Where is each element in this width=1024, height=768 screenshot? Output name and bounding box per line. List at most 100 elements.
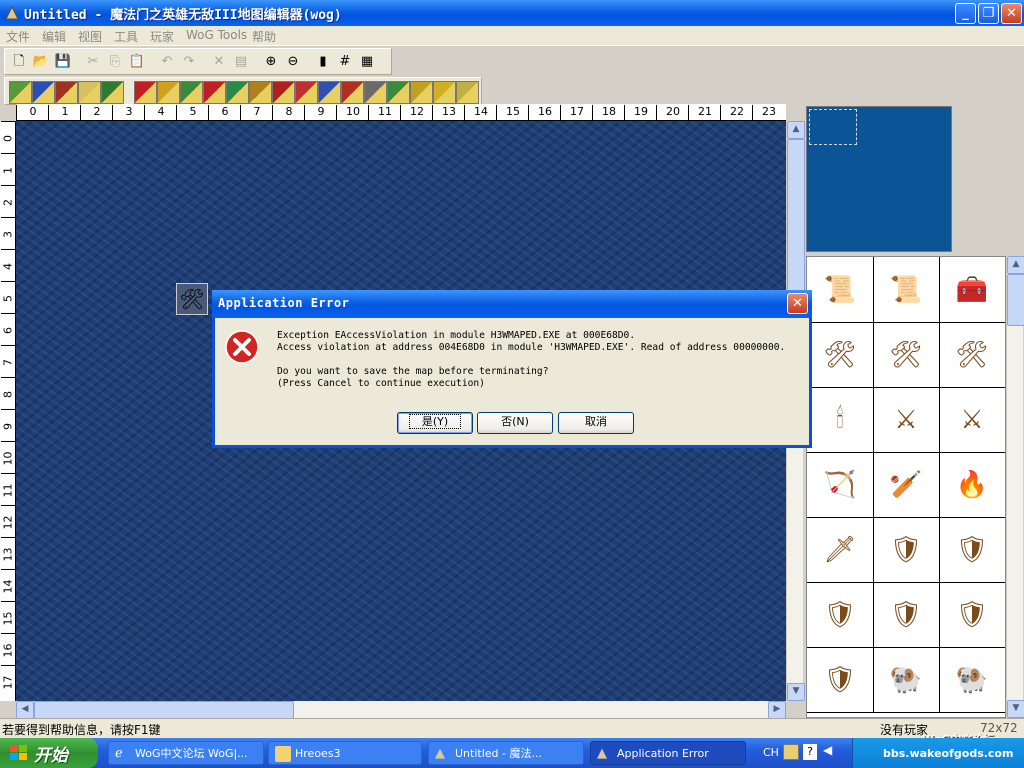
- redo-icon[interactable]: ↷: [179, 52, 199, 72]
- menu-players[interactable]: 玩家: [150, 28, 174, 45]
- goblin-icon[interactable]: [387, 81, 410, 104]
- monster-icon[interactable]: [134, 81, 157, 104]
- palette-object[interactable]: 🛡: [807, 582, 874, 648]
- menu-help[interactable]: 帮助: [252, 28, 276, 45]
- palette-object[interactable]: 🛡: [939, 517, 1005, 583]
- palette-object[interactable]: 🧰: [939, 257, 1005, 323]
- palette-object[interactable]: 🔥: [939, 452, 1005, 518]
- ime-icon[interactable]: [783, 744, 799, 760]
- cancel-button[interactable]: 取消: [558, 412, 634, 434]
- quest-icon[interactable]: [341, 81, 364, 104]
- palette-object[interactable]: 🛡: [807, 647, 874, 713]
- tower-icon[interactable]: [410, 81, 433, 104]
- dwelling-icon[interactable]: [272, 81, 295, 104]
- palette-object[interactable]: 📜: [807, 257, 874, 323]
- terrain-icon[interactable]: [9, 81, 32, 104]
- minimap-viewport[interactable]: [809, 109, 857, 145]
- start-button[interactable]: 开始: [0, 738, 98, 768]
- scroll-right-icon[interactable]: ▶: [768, 701, 786, 719]
- scroll-up-icon[interactable]: ▲: [787, 121, 805, 139]
- palette-scrollbar[interactable]: ▲ ▼: [1006, 256, 1024, 718]
- building-icon[interactable]: [295, 81, 318, 104]
- scroll-down-icon[interactable]: ▼: [1007, 700, 1024, 718]
- palette-object[interactable]: 📜: [873, 257, 940, 323]
- maximize-button[interactable]: ❐: [978, 3, 999, 24]
- objects-toolbar: [4, 77, 482, 105]
- minimize-button[interactable]: _: [955, 3, 976, 24]
- palette-scroll-thumb[interactable]: [1007, 274, 1024, 326]
- trophy-icon[interactable]: [433, 81, 456, 104]
- crown-icon[interactable]: [456, 81, 479, 104]
- palette-object[interactable]: 🏏: [873, 452, 940, 518]
- paste-icon[interactable]: 📋: [127, 52, 147, 72]
- task-application-error[interactable]: ▲ Application Error: [590, 741, 746, 765]
- scroll-thumb-h[interactable]: [34, 701, 294, 719]
- tree-icon[interactable]: [101, 81, 124, 104]
- task-map-editor[interactable]: ▲ Untitled - 魔法...: [428, 741, 584, 765]
- menu-wog-tools[interactable]: WoG Tools: [186, 28, 247, 42]
- passability-icon[interactable]: ▦: [357, 52, 377, 72]
- ruler-h-tick: 5: [176, 105, 209, 121]
- scroll-thumb[interactable]: [787, 139, 805, 301]
- object-palette[interactable]: 📜 📜 🧰 🛠 🛠 🛠 🕯 ⚔ ⚔ 🏹 🏏 🔥 🗡 🛡 🛡 🛡 🛡 🛡 🛡 🐏 🐏: [806, 256, 1006, 718]
- menu-edit[interactable]: 编辑: [42, 28, 66, 45]
- scroll-up-icon[interactable]: ▲: [1007, 256, 1024, 274]
- no-button[interactable]: 否(N): [477, 412, 553, 434]
- palette-object[interactable]: 🛠: [939, 322, 1005, 388]
- palette-object[interactable]: 🕯: [807, 387, 874, 453]
- tray-arrow-icon[interactable]: ◀: [823, 743, 839, 759]
- palette-object[interactable]: ⚔: [873, 387, 940, 453]
- palette-object[interactable]: 🗡: [807, 517, 874, 583]
- open-icon[interactable]: 📂: [31, 52, 51, 72]
- cancel-label: 取消: [585, 415, 607, 428]
- cut-icon[interactable]: ✂: [83, 52, 103, 72]
- task-hreoes3-folder[interactable]: Hreoes3: [268, 741, 422, 765]
- map-object-catapult[interactable]: 🛠: [176, 283, 208, 315]
- palette-object[interactable]: ⚔: [939, 387, 1005, 453]
- help-icon[interactable]: ?: [803, 744, 817, 760]
- mine-icon[interactable]: [249, 81, 272, 104]
- palette-object[interactable]: 🛡: [939, 582, 1005, 648]
- close-button[interactable]: ✕: [1001, 3, 1022, 24]
- menu-view[interactable]: 视图: [78, 28, 102, 45]
- palette-object[interactable]: 🛡: [873, 517, 940, 583]
- ruler-v-tick: 5: [1, 281, 15, 314]
- language-indicator[interactable]: CH: [763, 746, 779, 759]
- house-icon[interactable]: [364, 81, 387, 104]
- task-wog-forum[interactable]: ℯ WoG中文论坛 WoG|...: [108, 741, 264, 765]
- zoom-out-icon[interactable]: ⊖: [283, 52, 303, 72]
- palette-object[interactable]: 🛠: [873, 322, 940, 388]
- ruler-v-tick: 17: [1, 665, 15, 698]
- delete-icon[interactable]: ✕: [209, 52, 229, 72]
- menu-file[interactable]: 文件: [6, 28, 30, 45]
- save-icon[interactable]: 💾: [53, 52, 73, 72]
- palette-object[interactable]: 🏹: [807, 452, 874, 518]
- undo-icon[interactable]: ↶: [157, 52, 177, 72]
- artifact-icon[interactable]: [157, 81, 180, 104]
- palette-object[interactable]: 🐏: [939, 647, 1005, 713]
- new-icon[interactable]: 🗋: [9, 52, 29, 72]
- grid-icon[interactable]: #: [335, 52, 355, 72]
- map-horizontal-scrollbar[interactable]: ◀ ▶: [16, 701, 786, 719]
- menu-tools[interactable]: 工具: [114, 28, 138, 45]
- palette-object[interactable]: 🐏: [873, 647, 940, 713]
- minimap[interactable]: [806, 106, 952, 252]
- eraser-icon[interactable]: [78, 81, 101, 104]
- copy-icon[interactable]: ⎘: [105, 52, 125, 72]
- palette-object[interactable]: 🛡: [873, 582, 940, 648]
- dialog-close-button[interactable]: ✕: [787, 293, 808, 314]
- yes-button[interactable]: 是(Y): [397, 412, 473, 434]
- town-icon[interactable]: [226, 81, 249, 104]
- zoom-in-icon[interactable]: ⊕: [261, 52, 281, 72]
- view-underground-icon[interactable]: ▮: [313, 52, 333, 72]
- scroll-down-icon[interactable]: ▼: [787, 683, 805, 701]
- obstacle-icon[interactable]: [318, 81, 341, 104]
- river-icon[interactable]: [55, 81, 78, 104]
- hero-icon[interactable]: [203, 81, 226, 104]
- scroll-left-icon[interactable]: ◀: [16, 701, 34, 719]
- ruler-v-label: 13: [1, 547, 15, 562]
- road-icon[interactable]: [32, 81, 55, 104]
- properties-icon[interactable]: ▤: [231, 52, 251, 72]
- palette-object[interactable]: 🛠: [807, 322, 874, 388]
- resource-icon[interactable]: [180, 81, 203, 104]
